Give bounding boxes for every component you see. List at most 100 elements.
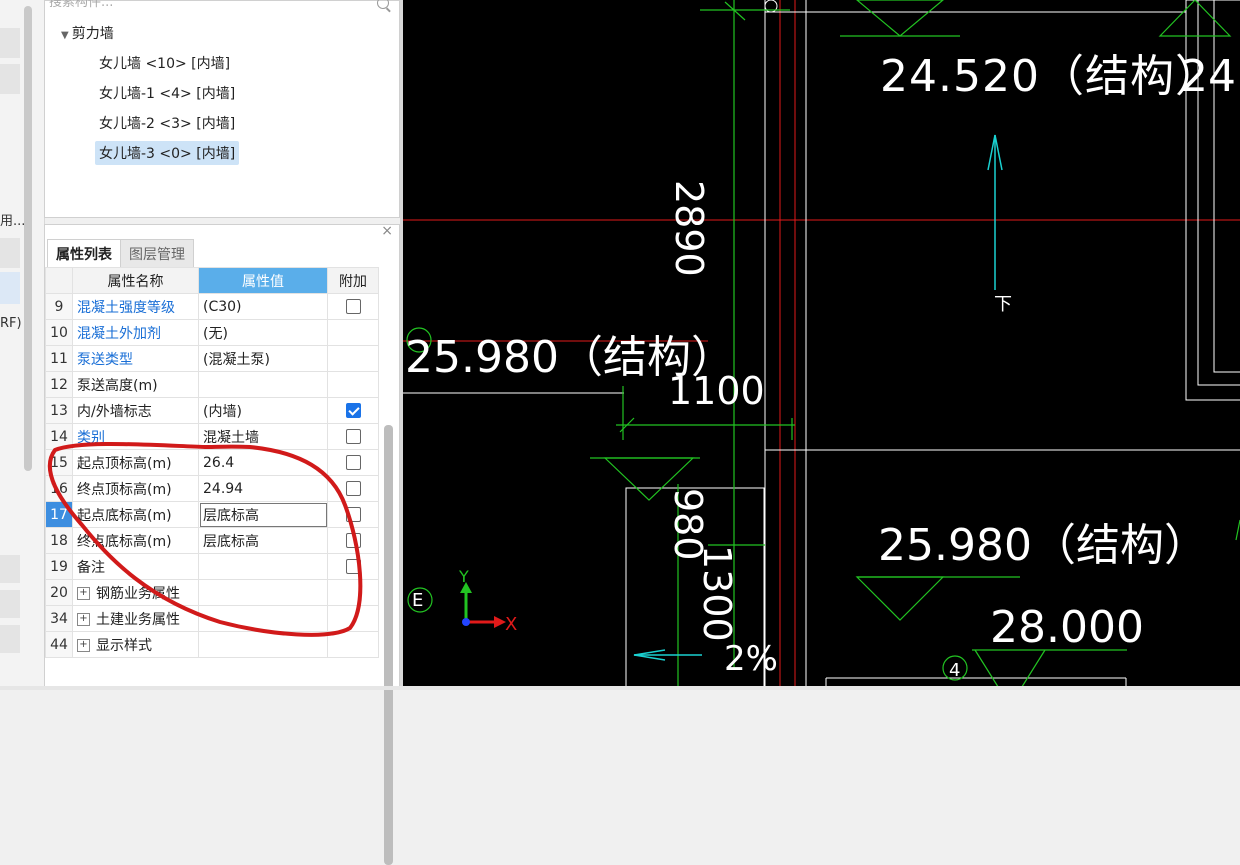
property-value[interactable]: (混凝土泵) (198, 345, 328, 372)
extra-checkbox[interactable] (345, 299, 361, 314)
property-row[interactable]: 15 起点顶标高(m) 26.4 (45, 449, 379, 476)
property-value[interactable]: (内墙) (198, 397, 328, 424)
property-value[interactable] (198, 605, 328, 632)
search-icon[interactable] (377, 0, 389, 9)
property-row[interactable]: 9 混凝土强度等级 (C30) (45, 293, 379, 320)
elevation-label[interactable]: 28.000 (990, 602, 1144, 653)
elevation-label-partial[interactable]: 24. (1180, 51, 1240, 102)
property-group[interactable]: + 钢筋业务属性 (72, 579, 199, 606)
property-name[interactable]: 备注 (72, 553, 199, 580)
slope-label[interactable]: 2% (724, 639, 778, 679)
dimension-label[interactable]: 1100 (668, 369, 765, 413)
property-row[interactable]: 11 泵送类型 (混凝土泵) (45, 345, 379, 372)
row-number[interactable]: 15 (45, 449, 73, 476)
extra-checkbox[interactable] (345, 403, 361, 418)
tree-item[interactable]: 女儿墙 <10> [内墙] (99, 53, 230, 73)
property-row[interactable]: 17 起点底标高(m) 层底标高 (45, 501, 379, 528)
property-value[interactable] (198, 579, 328, 606)
extra-checkbox[interactable] (345, 455, 361, 470)
row-number[interactable]: 17 (45, 501, 73, 528)
extra-checkbox[interactable] (345, 507, 361, 522)
property-row[interactable]: 14 类别 混凝土墙 (45, 423, 379, 450)
property-row[interactable]: 18 终点底标高(m) 层底标高 (45, 527, 379, 554)
row-number[interactable]: 34 (45, 605, 73, 632)
nav-item[interactable] (0, 625, 20, 653)
property-name[interactable]: 泵送高度(m) (72, 371, 199, 398)
caret-down-icon[interactable]: ▼ (61, 30, 69, 41)
property-name[interactable]: 混凝土外加剂 (72, 319, 199, 346)
cad-canvas[interactable]: 24.520（结构） 24. 25.980（结构） 25.980（结构） 28.… (403, 0, 1240, 690)
tree-item-selected[interactable]: 女儿墙-3 <0> [内墙] (95, 141, 240, 165)
direction-label[interactable]: 下 (994, 294, 1012, 315)
row-number[interactable]: 19 (45, 553, 73, 580)
search-input[interactable]: 搜索构件... (49, 0, 394, 13)
property-row[interactable]: 34 + 土建业务属性 (45, 605, 379, 632)
properties-scrollbar[interactable] (384, 425, 393, 865)
property-value[interactable]: 24.94 (198, 475, 328, 502)
property-value[interactable]: 26.4 (198, 449, 328, 476)
elevation-label[interactable]: 24.520（结构） (880, 51, 1220, 102)
nav-item-active[interactable] (0, 272, 20, 304)
property-row[interactable]: 10 混凝土外加剂 (无) (45, 319, 379, 346)
property-name[interactable]: 内/外墙标志 (72, 397, 199, 424)
nav-item[interactable] (0, 238, 20, 268)
property-row[interactable]: 12 泵送高度(m) (45, 371, 379, 398)
row-number[interactable]: 12 (45, 371, 73, 398)
property-value[interactable]: 层底标高 (198, 527, 328, 554)
elevation-label[interactable]: 25.980（结构） (878, 520, 1208, 571)
extra-checkbox[interactable] (345, 429, 361, 444)
property-row[interactable]: 19 备注 (45, 553, 379, 580)
tree-item[interactable]: 女儿墙-1 <4> [内墙] (99, 83, 235, 103)
property-value[interactable]: 混凝土墙 (198, 423, 328, 450)
nav-item[interactable] (0, 64, 20, 94)
property-name[interactable]: 终点顶标高(m) (72, 475, 199, 502)
nav-item[interactable] (0, 28, 20, 58)
row-number[interactable]: 14 (45, 423, 73, 450)
property-name[interactable]: 终点底标高(m) (72, 527, 199, 554)
close-icon[interactable]: × (381, 223, 393, 239)
nav-label[interactable]: 用... (0, 210, 25, 229)
expand-plus-icon[interactable]: + (77, 613, 90, 626)
row-number[interactable]: 11 (45, 345, 73, 372)
axis-bubble-label[interactable]: 4 (949, 660, 960, 681)
property-value[interactable]: (C30) (198, 293, 328, 320)
extra-checkbox[interactable] (345, 559, 361, 574)
property-value[interactable] (198, 631, 328, 658)
tree-category[interactable]: ▼ 剪力墙 (61, 23, 114, 43)
row-number[interactable]: 9 (45, 293, 73, 320)
property-name[interactable]: 混凝土强度等级 (72, 293, 199, 320)
axis-bubble-label[interactable]: E (412, 590, 423, 611)
expand-plus-icon[interactable]: + (77, 587, 90, 600)
property-name[interactable]: 类别 (72, 423, 199, 450)
property-row[interactable]: 44 + 显示样式 (45, 631, 379, 658)
property-value[interactable] (198, 371, 328, 398)
dimension-label[interactable]: 2890 (667, 180, 711, 277)
property-name[interactable]: 起点顶标高(m) (72, 449, 199, 476)
nav-item[interactable] (0, 555, 20, 583)
property-row[interactable]: 20 + 钢筋业务属性 (45, 579, 379, 606)
property-row[interactable]: 13 内/外墙标志 (内墙) (45, 397, 379, 424)
property-name[interactable]: 起点底标高(m) (72, 501, 199, 528)
nav-label[interactable]: RF) (0, 316, 22, 331)
row-number[interactable]: 13 (45, 397, 73, 424)
tab-layers[interactable]: 图层管理 (120, 239, 194, 268)
property-group[interactable]: + 显示样式 (72, 631, 199, 658)
property-group[interactable]: + 土建业务属性 (72, 605, 199, 632)
extra-checkbox[interactable] (345, 533, 361, 548)
tab-properties[interactable]: 属性列表 (47, 239, 121, 268)
left-scrollbar[interactable] (24, 6, 32, 471)
nav-item[interactable] (0, 590, 20, 618)
row-number[interactable]: 44 (45, 631, 73, 658)
row-number[interactable]: 20 (45, 579, 73, 606)
extra-checkbox[interactable] (345, 481, 361, 496)
property-row[interactable]: 16 终点顶标高(m) 24.94 (45, 475, 379, 502)
property-value[interactable]: 层底标高 (198, 501, 328, 528)
row-number[interactable]: 16 (45, 475, 73, 502)
row-number[interactable]: 10 (45, 319, 73, 346)
property-name[interactable]: 泵送类型 (72, 345, 199, 372)
tree-item[interactable]: 女儿墙-2 <3> [内墙] (99, 113, 235, 133)
expand-plus-icon[interactable]: + (77, 639, 90, 652)
property-value[interactable] (198, 553, 328, 580)
row-number[interactable]: 18 (45, 527, 73, 554)
property-value[interactable]: (无) (198, 319, 328, 346)
